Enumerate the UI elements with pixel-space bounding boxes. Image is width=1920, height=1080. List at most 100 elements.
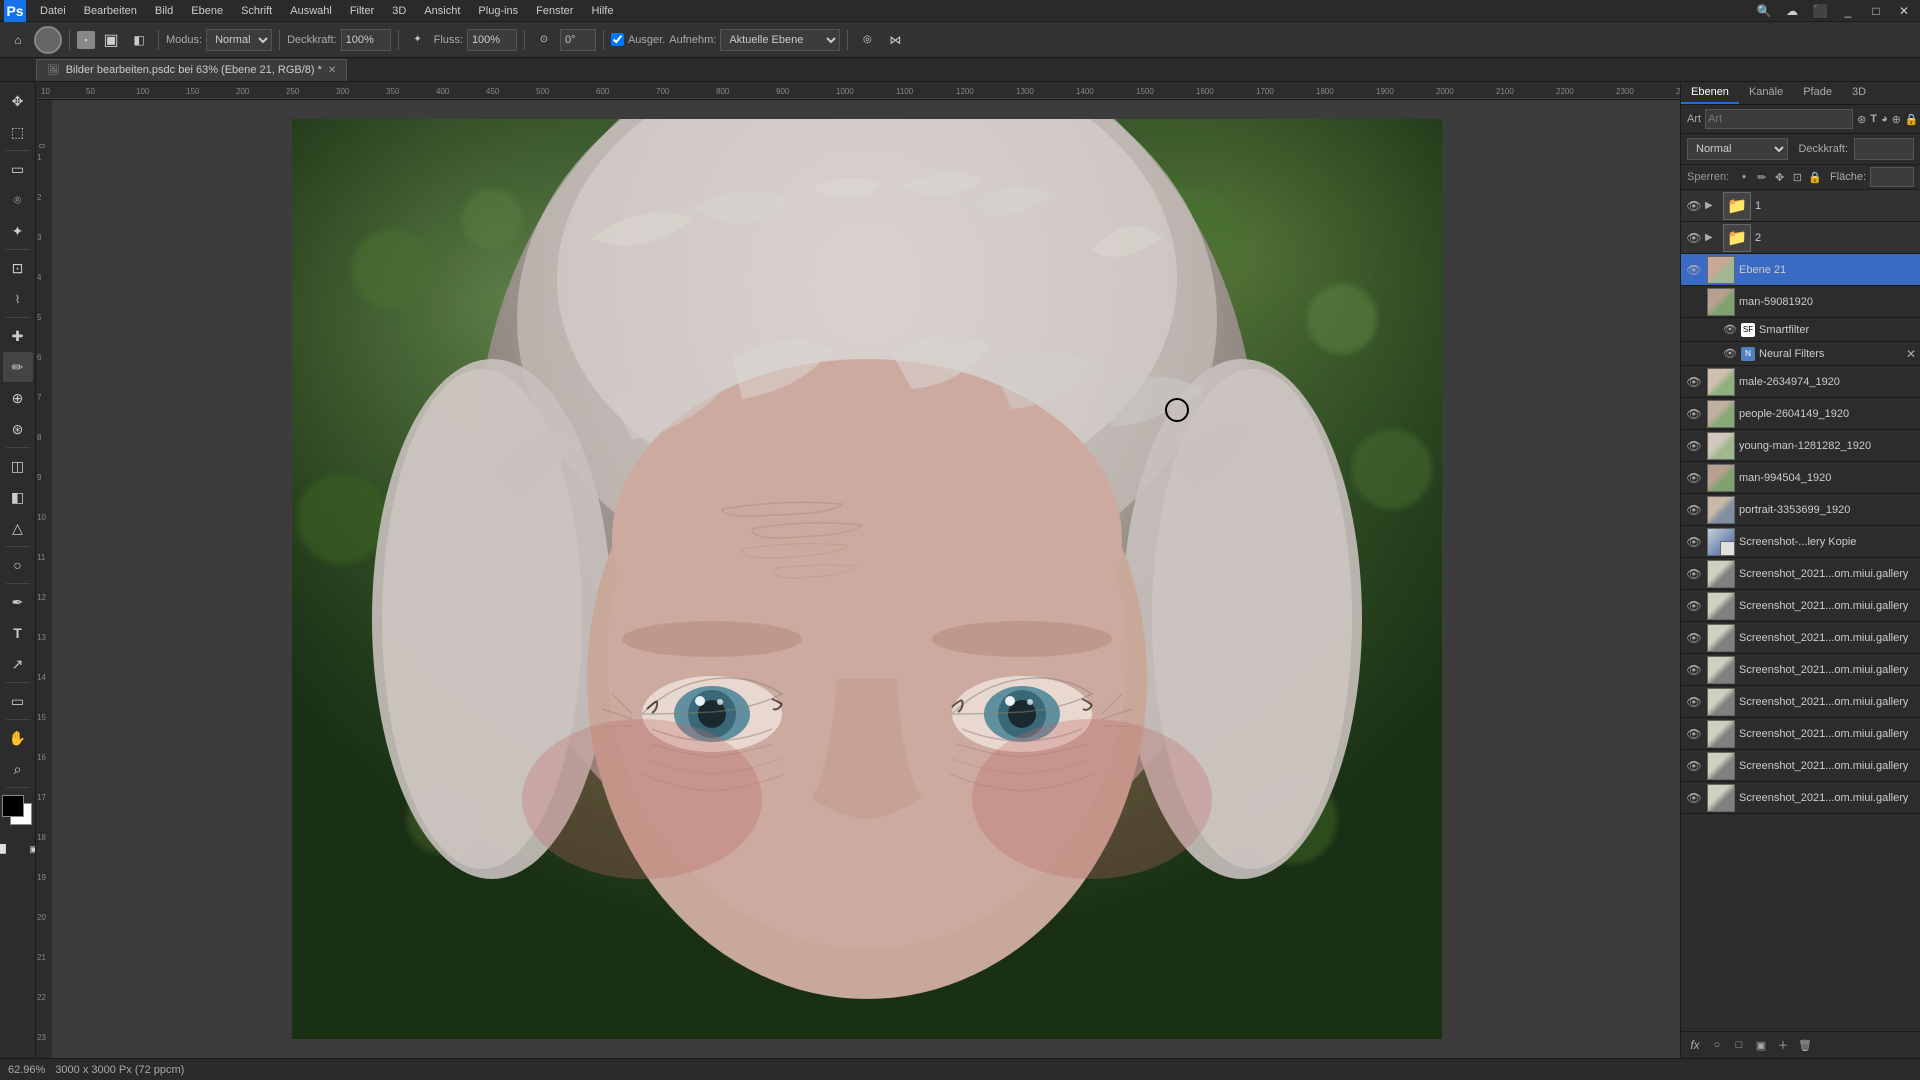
layer-screen7[interactable]: 👁 Screenshot_2021...om.miui.gallery: [1681, 750, 1920, 782]
layer-screen4[interactable]: 👁 Screenshot_2021...om.miui.gallery: [1681, 654, 1920, 686]
fx-button[interactable]: fx: [1685, 1035, 1705, 1055]
vis-portrait[interactable]: 👁: [1685, 501, 1703, 519]
layer-screen3[interactable]: 👁 Screenshot_2021...om.miui.gallery: [1681, 622, 1920, 654]
menu-ebene[interactable]: Ebene: [183, 3, 231, 19]
vis-screen6[interactable]: 👁: [1685, 725, 1703, 743]
menu-datei[interactable]: Datei: [32, 3, 74, 19]
flaecke-input[interactable]: 100%: [1870, 167, 1914, 187]
tab-ebenen[interactable]: Ebenen: [1681, 82, 1739, 104]
layer-young[interactable]: 👁 young-man-1281282_1920: [1681, 430, 1920, 462]
magic-wand-tool[interactable]: ✦: [3, 216, 33, 246]
type-tool[interactable]: T: [3, 618, 33, 648]
spot-heal-tool[interactable]: ✚: [3, 321, 33, 351]
layers-mode-select[interactable]: Normal: [1687, 138, 1788, 160]
lock-image-btn[interactable]: ✏: [1755, 167, 1769, 187]
vis-screen4[interactable]: 👁: [1685, 661, 1703, 679]
quick-mask-icon[interactable]: ⬜: [0, 834, 17, 864]
toggle-btn3[interactable]: ◧: [127, 28, 151, 52]
cloud-icon[interactable]: ☁: [1780, 0, 1804, 23]
layer-screen1[interactable]: 👁 Screenshot_2021...om.miui.gallery: [1681, 558, 1920, 590]
layer-group-1[interactable]: 👁 ▶ 📁 1: [1681, 190, 1920, 222]
burn-tool[interactable]: ○: [3, 550, 33, 580]
vis-ebene21[interactable]: 👁: [1685, 261, 1703, 279]
brush-preset-icon[interactable]: [34, 26, 62, 54]
path-select-tool[interactable]: ↗: [3, 649, 33, 679]
vis-male[interactable]: 👁: [1685, 373, 1703, 391]
menu-ansicht[interactable]: Ansicht: [416, 3, 468, 19]
eraser-tool[interactable]: ◫: [3, 451, 33, 481]
hand-tool[interactable]: ✋: [3, 723, 33, 753]
neuralfilter-settings[interactable]: ✕: [1906, 347, 1916, 361]
vis-screen8[interactable]: 👁: [1685, 789, 1703, 807]
angle-icon[interactable]: ⊙: [532, 28, 556, 52]
layers-lock-btn[interactable]: 🔒: [1905, 109, 1919, 129]
pen-tool[interactable]: ✒: [3, 587, 33, 617]
foreground-color-swatch[interactable]: [2, 795, 24, 817]
tab-pfade[interactable]: Pfade: [1793, 82, 1842, 104]
minimize-icon[interactable]: _: [1836, 0, 1860, 23]
vis-screen7[interactable]: 👁: [1685, 757, 1703, 775]
deckkraft-input[interactable]: [341, 29, 391, 51]
new-layer-button[interactable]: ＋: [1773, 1035, 1793, 1055]
menu-3d[interactable]: 3D: [384, 3, 414, 19]
search-icon[interactable]: 🔍: [1752, 0, 1776, 23]
gradient-tool[interactable]: ◧: [3, 482, 33, 512]
menu-filter[interactable]: Filter: [342, 3, 382, 19]
lock-artboard-btn[interactable]: ⊡: [1790, 167, 1804, 187]
arrow-group1[interactable]: ▶: [1705, 200, 1719, 211]
tab-kanaele[interactable]: Kanäle: [1739, 82, 1793, 104]
menu-bild[interactable]: Bild: [147, 3, 181, 19]
vis-smartfilter[interactable]: 👁: [1723, 323, 1737, 336]
artboard-tool[interactable]: ⬚: [3, 117, 33, 147]
smooth-icon[interactable]: ✦: [406, 28, 430, 52]
group-button[interactable]: ▣: [1751, 1035, 1771, 1055]
fluss-input[interactable]: [467, 29, 517, 51]
lasso-tool[interactable]: ⌾: [3, 185, 33, 215]
vis-neuralfilter[interactable]: 👁: [1723, 347, 1737, 360]
canvas-viewport[interactable]: [54, 100, 1680, 1058]
vis-people[interactable]: 👁: [1685, 405, 1703, 423]
layers-kind-btn[interactable]: ⊛: [1857, 109, 1866, 129]
shape-tool[interactable]: ▭: [3, 686, 33, 716]
layer-screen5[interactable]: 👁 Screenshot_2021...om.miui.gallery: [1681, 686, 1920, 718]
lock-all-btn[interactable]: 🔒: [1808, 167, 1822, 187]
close-icon[interactable]: ✕: [1892, 0, 1916, 23]
crop-tool[interactable]: ⊡: [3, 253, 33, 283]
zoom-tool[interactable]: ⌕: [3, 754, 33, 784]
arrow-group2[interactable]: ▶: [1705, 232, 1719, 243]
vis-screen1[interactable]: 👁: [1685, 565, 1703, 583]
screen-mode-icon[interactable]: ▣: [19, 834, 37, 864]
move-tool[interactable]: ✥: [3, 86, 33, 116]
layer-screen6[interactable]: 👁 Screenshot_2021...om.miui.gallery: [1681, 718, 1920, 750]
layer-man994[interactable]: 👁 man-994504_1920: [1681, 462, 1920, 494]
vis-screen5[interactable]: 👁: [1685, 693, 1703, 711]
vis-screen-kopie[interactable]: 👁: [1685, 533, 1703, 551]
toggle-btn2[interactable]: ▣: [99, 28, 123, 52]
delete-layer-button[interactable]: 🗑: [1795, 1035, 1815, 1055]
angle-input[interactable]: [560, 29, 596, 51]
layers-adj-btn[interactable]: ◕: [1881, 109, 1888, 129]
lock-transparent-btn[interactable]: ▪: [1737, 167, 1751, 187]
layers-t-btn[interactable]: T: [1870, 109, 1877, 129]
menu-fenster[interactable]: Fenster: [528, 3, 581, 19]
menu-auswahl[interactable]: Auswahl: [282, 3, 340, 19]
ebene-select[interactable]: Aktuelle Ebene: [720, 29, 840, 51]
window-icon[interactable]: ⬛: [1808, 0, 1832, 23]
home-icon[interactable]: ⌂: [6, 28, 30, 52]
maximize-icon[interactable]: □: [1864, 0, 1888, 23]
layers-smart-btn[interactable]: ⊕: [1892, 109, 1901, 129]
vis-screen3[interactable]: 👁: [1685, 629, 1703, 647]
vis-young[interactable]: 👁: [1685, 437, 1703, 455]
add-mask-button[interactable]: ○: [1707, 1035, 1727, 1055]
layer-screen-kopie[interactable]: 👁 Screenshot-...lery Kopie: [1681, 526, 1920, 558]
tab-close-icon[interactable]: ✕: [328, 65, 336, 76]
layer-ebene21[interactable]: 👁 Ebene 21: [1681, 254, 1920, 286]
toggle-btn1[interactable]: ▪: [77, 31, 95, 49]
layer-man59[interactable]: 👁 man-59081920: [1681, 286, 1920, 318]
menu-schrift[interactable]: Schrift: [233, 3, 280, 19]
document-tab[interactable]: 🖼 Bilder bearbeiten.psdc bei 63% (Ebene …: [36, 59, 347, 81]
marquee-tool[interactable]: ▭: [3, 154, 33, 184]
ausger-checkbox[interactable]: [611, 33, 624, 46]
vis-group1[interactable]: 👁: [1685, 197, 1703, 215]
vis-screen2[interactable]: 👁: [1685, 597, 1703, 615]
